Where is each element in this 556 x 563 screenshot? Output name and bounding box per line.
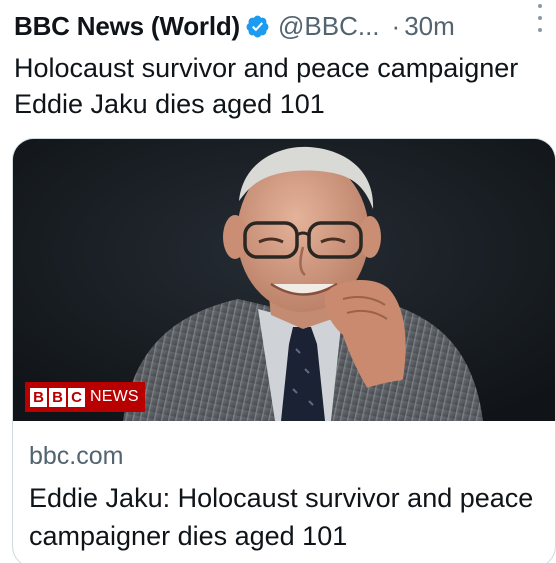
bbc-letter-b1: B <box>30 387 47 407</box>
portrait-photo <box>13 139 555 421</box>
card-domain: bbc.com <box>29 442 124 470</box>
card-image[interactable] <box>13 139 555 421</box>
link-card[interactable]: B B C NEWS bbc.com Eddie Jaku: Holocaust… <box>12 138 556 563</box>
author-name[interactable]: BBC News (World) <box>14 11 240 42</box>
tweet-timestamp[interactable]: 30m <box>404 11 455 42</box>
author-handle[interactable]: @BBC... <box>278 11 380 42</box>
bbc-letter-b2: B <box>49 387 66 407</box>
bbc-letter-c: C <box>68 387 85 407</box>
bbc-news-label: NEWS <box>90 388 139 405</box>
tweet[interactable]: BBC News (World) @BBC... · 30m Holocaust… <box>0 0 556 563</box>
card-title[interactable]: Eddie Jaku: Holocaust survivor and peace… <box>29 479 539 555</box>
tweet-text: Holocaust survivor and peace campaigner … <box>14 53 519 119</box>
more-vertical-icon[interactable] <box>532 4 548 32</box>
verified-badge-icon <box>245 14 270 39</box>
tweet-header: BBC News (World) @BBC... · 30m <box>14 8 556 44</box>
bbc-news-logo: B B C NEWS <box>25 382 145 412</box>
separator-dot: · <box>391 10 401 41</box>
